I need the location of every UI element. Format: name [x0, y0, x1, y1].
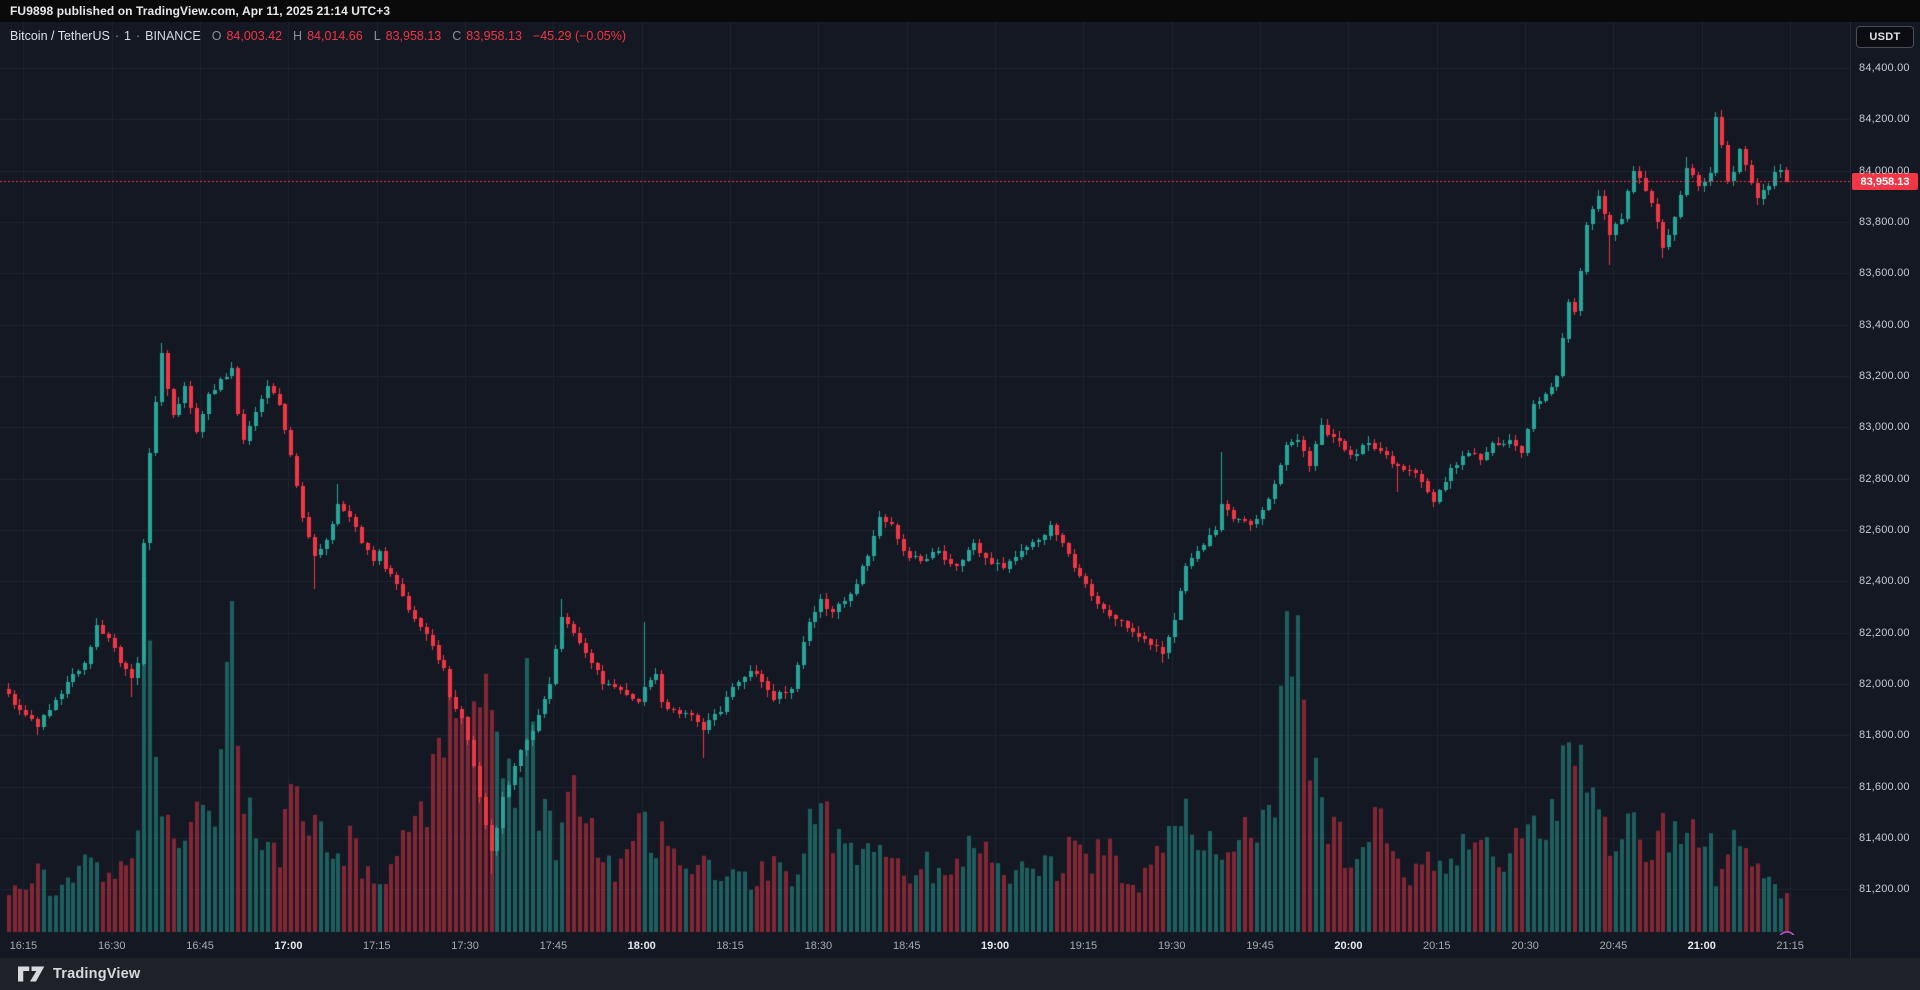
time-tick-label: 17:15	[363, 940, 391, 952]
time-tick-label: 20:45	[1600, 940, 1628, 952]
time-tick-label: 19:15	[1070, 940, 1098, 952]
time-tick-label: 18:45	[893, 940, 921, 952]
legend-separator: ·	[115, 29, 119, 43]
change-value: −45.29 (−0.05%)	[533, 29, 626, 43]
time-tick-label: 18:00	[628, 940, 656, 952]
symbol-exchange: BINANCE	[145, 29, 201, 43]
legend-separator: ·	[136, 29, 140, 43]
time-tick-label: 19:45	[1246, 940, 1274, 952]
price-tick-label: 84,000.00	[1859, 165, 1910, 177]
price-tick-label: 83,400.00	[1859, 319, 1910, 331]
time-tick-label: 17:00	[274, 940, 302, 952]
attribution-bar: FU9898 published on TradingView.com, Apr…	[0, 0, 1920, 22]
price-tick-label: 82,800.00	[1859, 473, 1910, 485]
price-tick-label: 84,200.00	[1859, 113, 1910, 125]
time-tick-label: 20:15	[1423, 940, 1451, 952]
price-tick-label: 81,600.00	[1859, 781, 1910, 793]
symbol-title: Bitcoin / TetherUS	[10, 29, 110, 43]
chart-canvas[interactable]	[0, 22, 1850, 935]
time-tick-label: 21:15	[1776, 940, 1804, 952]
currency-toggle-button[interactable]: USDT	[1856, 26, 1914, 48]
footer-bar: TradingView	[0, 958, 1920, 990]
time-tick-label: 16:15	[10, 940, 38, 952]
price-tick-label: 81,800.00	[1859, 729, 1910, 741]
time-tick-label: 20:00	[1334, 940, 1362, 952]
tradingview-brand-text[interactable]: TradingView	[53, 966, 140, 982]
time-tick-label: 17:45	[540, 940, 568, 952]
low-value: 83,958.13	[386, 29, 442, 43]
price-tick-label: 84,400.00	[1859, 62, 1910, 74]
time-tick-label: 20:30	[1511, 940, 1539, 952]
price-tick-label: 81,400.00	[1859, 832, 1910, 844]
tradingview-logo-icon[interactable]	[18, 966, 45, 982]
close-label: C	[452, 29, 461, 43]
symbol-interval: 1	[124, 29, 131, 43]
price-tick-label: 83,000.00	[1859, 421, 1910, 433]
time-tick-label: 19:00	[981, 940, 1009, 952]
high-value: 84,014.66	[307, 29, 363, 43]
time-tick-label: 21:00	[1688, 940, 1716, 952]
time-tick-label: 17:30	[451, 940, 479, 952]
time-tick-label: 19:30	[1158, 940, 1186, 952]
price-tick-label: 82,200.00	[1859, 627, 1910, 639]
time-tick-label: 18:30	[805, 940, 833, 952]
price-axis[interactable]: USDT 83,958.13 84,400.0084,200.0084,000.…	[1850, 22, 1920, 958]
open-value: 84,003.42	[226, 29, 282, 43]
price-tick-label: 83,800.00	[1859, 216, 1910, 228]
price-tick-label: 83,600.00	[1859, 267, 1910, 279]
symbol-legend[interactable]: Bitcoin / TetherUS · 1 · BINANCE O 84,00…	[10, 29, 626, 43]
price-tick-label: 82,400.00	[1859, 575, 1910, 587]
time-tick-label: 18:15	[716, 940, 744, 952]
attribution-text: FU9898 published on TradingView.com, Apr…	[10, 4, 390, 18]
time-tick-label: 16:45	[186, 940, 214, 952]
price-tick-label: 82,600.00	[1859, 524, 1910, 536]
price-tick-label: 82,000.00	[1859, 678, 1910, 690]
time-axis[interactable]: 16:15 16:30 16:45 17:00 17:15 17:30 17:45 18:00…	[0, 935, 1850, 958]
price-tick-label: 81,200.00	[1859, 883, 1910, 895]
open-label: O	[212, 29, 222, 43]
close-value: 83,958.13	[466, 29, 522, 43]
high-label: H	[293, 29, 302, 43]
time-tick-label: 16:30	[98, 940, 126, 952]
chart-pane: Bitcoin / TetherUS · 1 · BINANCE O 84,00…	[0, 22, 1850, 935]
low-label: L	[374, 29, 381, 43]
price-tick-label: 83,200.00	[1859, 370, 1910, 382]
